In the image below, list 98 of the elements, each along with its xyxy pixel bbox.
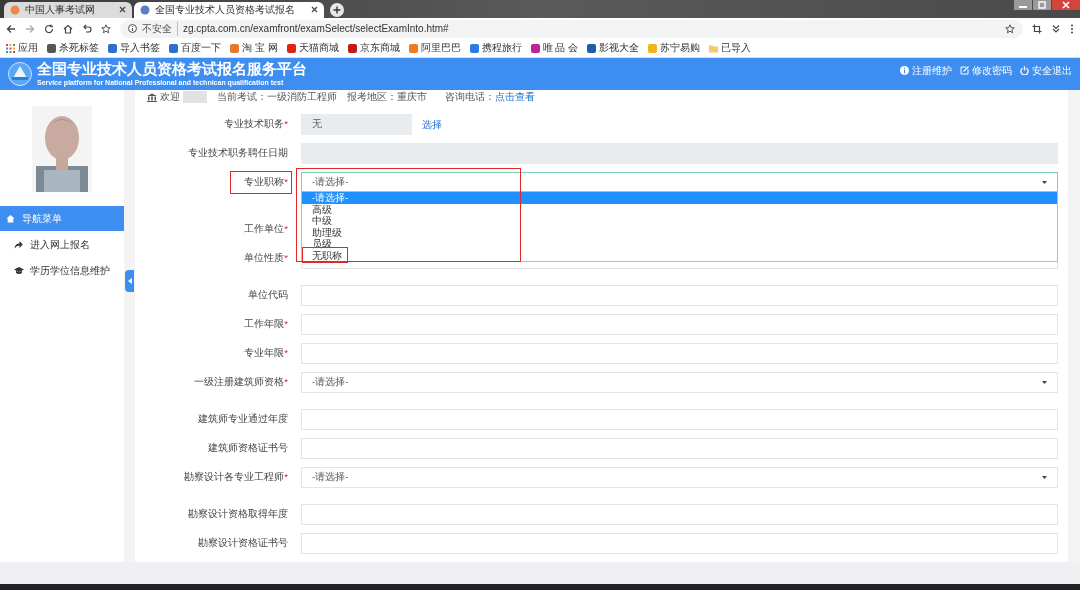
current-exam-text: 当前考试：一级消防工程师 bbox=[217, 90, 337, 104]
input-field[interactable] bbox=[301, 438, 1058, 460]
select-field[interactable]: -请选择- bbox=[301, 467, 1058, 489]
home-icon[interactable] bbox=[63, 23, 73, 34]
browser-tab[interactable]: 中国人事考试网 bbox=[4, 1, 132, 18]
info-icon bbox=[128, 24, 137, 34]
field-label: 勘察设计资格证书号 bbox=[197, 537, 288, 551]
bookmark[interactable]: 苏宁易购 bbox=[648, 41, 701, 56]
minimize-icon[interactable] bbox=[1014, 0, 1032, 10]
home-icon bbox=[6, 214, 16, 224]
input-field[interactable] bbox=[301, 409, 1058, 431]
caret-down-icon bbox=[1042, 476, 1047, 480]
bookmark[interactable]: 天猫商城 bbox=[286, 41, 339, 56]
more-icon[interactable] bbox=[1070, 23, 1074, 34]
select-field[interactable]: -请选择- bbox=[301, 172, 1058, 194]
close-icon[interactable] bbox=[1052, 0, 1080, 10]
dropdown-option[interactable]: 无职称 bbox=[302, 249, 1057, 262]
folder-icon bbox=[709, 43, 719, 53]
input-field[interactable] bbox=[301, 285, 1058, 307]
phone-label: 咨询电话： bbox=[445, 90, 495, 102]
new-tab-icon[interactable] bbox=[330, 2, 344, 17]
crop-icon[interactable] bbox=[1032, 23, 1042, 34]
field-label: 专业年限* bbox=[243, 347, 288, 361]
bookmark[interactable]: 影视大全 bbox=[587, 41, 640, 56]
star-icon[interactable] bbox=[1005, 23, 1015, 34]
caret-left-icon bbox=[127, 278, 132, 285]
site-icon bbox=[408, 43, 418, 53]
undo-icon[interactable] bbox=[82, 23, 92, 34]
caret-down-icon bbox=[1042, 181, 1047, 185]
input-field[interactable] bbox=[301, 504, 1058, 526]
bookmark[interactable]: 应用 bbox=[6, 41, 38, 56]
bookmark[interactable]: 阿里巴巴 bbox=[408, 41, 461, 56]
bookmark[interactable]: 携程旅行 bbox=[469, 41, 522, 56]
input-field[interactable] bbox=[301, 533, 1058, 555]
site-icon bbox=[347, 43, 357, 53]
bookmark[interactable]: 导入书签 bbox=[108, 41, 160, 56]
site-icon bbox=[469, 43, 479, 53]
field-label: 工作年限* bbox=[243, 318, 288, 332]
apps-grid-icon bbox=[6, 43, 15, 53]
back-icon[interactable] bbox=[6, 23, 16, 34]
blurred-name bbox=[183, 91, 207, 104]
region-text: 报考地区：重庆市 bbox=[347, 90, 427, 104]
site-icon bbox=[530, 43, 540, 53]
bookmark[interactable]: 京东商城 bbox=[347, 41, 400, 56]
chevrons-icon[interactable] bbox=[1051, 23, 1061, 34]
sidebar-item[interactable]: 学历学位信息维护 bbox=[0, 258, 124, 284]
browser-tab[interactable]: 全国专业技术人员资格考试报名 bbox=[134, 1, 324, 18]
info-icon bbox=[900, 66, 909, 75]
bookmark[interactable]: 淘 宝 网 bbox=[230, 41, 278, 56]
graduation-cap-icon bbox=[14, 266, 24, 276]
dropdown-option[interactable]: 高级 bbox=[302, 203, 1057, 216]
choose-link[interactable]: 选择 bbox=[422, 117, 442, 132]
field-label: 专业技术职务* bbox=[223, 118, 288, 132]
field-label: 建筑师专业通过年度 bbox=[197, 413, 288, 427]
globe-icon bbox=[10, 4, 20, 15]
caret-down-icon bbox=[1042, 381, 1047, 385]
bookmark[interactable]: 杀死标签 bbox=[47, 41, 99, 56]
field-label: 单位性质* bbox=[243, 252, 288, 266]
share-arrow-icon bbox=[14, 240, 24, 250]
readonly-field: 无 bbox=[301, 114, 412, 136]
select-field[interactable]: -请选择- bbox=[301, 372, 1058, 394]
site-icon bbox=[47, 43, 56, 53]
phone-link[interactable]: 点击查看 bbox=[495, 90, 535, 102]
field-label: 单位代码 bbox=[247, 289, 288, 303]
field-label: 建筑师资格证书号 bbox=[207, 442, 288, 456]
star-icon[interactable] bbox=[101, 23, 111, 34]
power-icon bbox=[1020, 66, 1029, 75]
dropdown-option[interactable]: 助理级 bbox=[302, 226, 1057, 239]
field-label: 勘察设计资格取得年度 bbox=[187, 508, 288, 522]
site-icon bbox=[648, 43, 658, 53]
platform-title: 全国专业技术人员资格考试报名服务平台 bbox=[37, 60, 307, 79]
address-field[interactable]: 不安全 zg.cpta.com.cn/examfront/examSelect/selectExamInto.htm# bbox=[120, 19, 1023, 38]
site-icon bbox=[286, 43, 296, 53]
sidebar-item[interactable]: 进入网上报名 bbox=[0, 232, 124, 258]
input-field[interactable] bbox=[301, 343, 1058, 365]
welcome-text: 欢迎 bbox=[160, 90, 180, 104]
bookmark[interactable]: 唯 品 会 bbox=[530, 41, 579, 56]
bookmark[interactable]: 百度一下 bbox=[169, 41, 221, 56]
bank-icon bbox=[147, 92, 157, 102]
edit-icon bbox=[960, 66, 969, 75]
field-label: 一级注册建筑师资格* bbox=[193, 376, 288, 390]
reload-icon[interactable] bbox=[44, 23, 54, 34]
close-icon[interactable] bbox=[311, 6, 318, 14]
site-icon bbox=[169, 43, 178, 53]
field-label: 专业职称* bbox=[135, 176, 288, 190]
field-label: 工作单位* bbox=[243, 223, 288, 237]
close-icon[interactable] bbox=[119, 6, 126, 14]
site-icon bbox=[587, 43, 597, 53]
collapse-tab[interactable] bbox=[125, 270, 134, 293]
bookmark[interactable]: 已导入 bbox=[709, 41, 752, 56]
input-field[interactable] bbox=[301, 314, 1058, 336]
globe-icon bbox=[140, 4, 150, 15]
field-label: 专业技术职务聘任日期 bbox=[187, 147, 288, 161]
logo-icon bbox=[8, 61, 32, 86]
site-icon bbox=[230, 43, 239, 53]
field-label: 勘察设计各专业工程师* bbox=[183, 471, 288, 485]
dropdown-option[interactable]: 中级 bbox=[302, 215, 1057, 227]
site-icon bbox=[108, 43, 117, 53]
